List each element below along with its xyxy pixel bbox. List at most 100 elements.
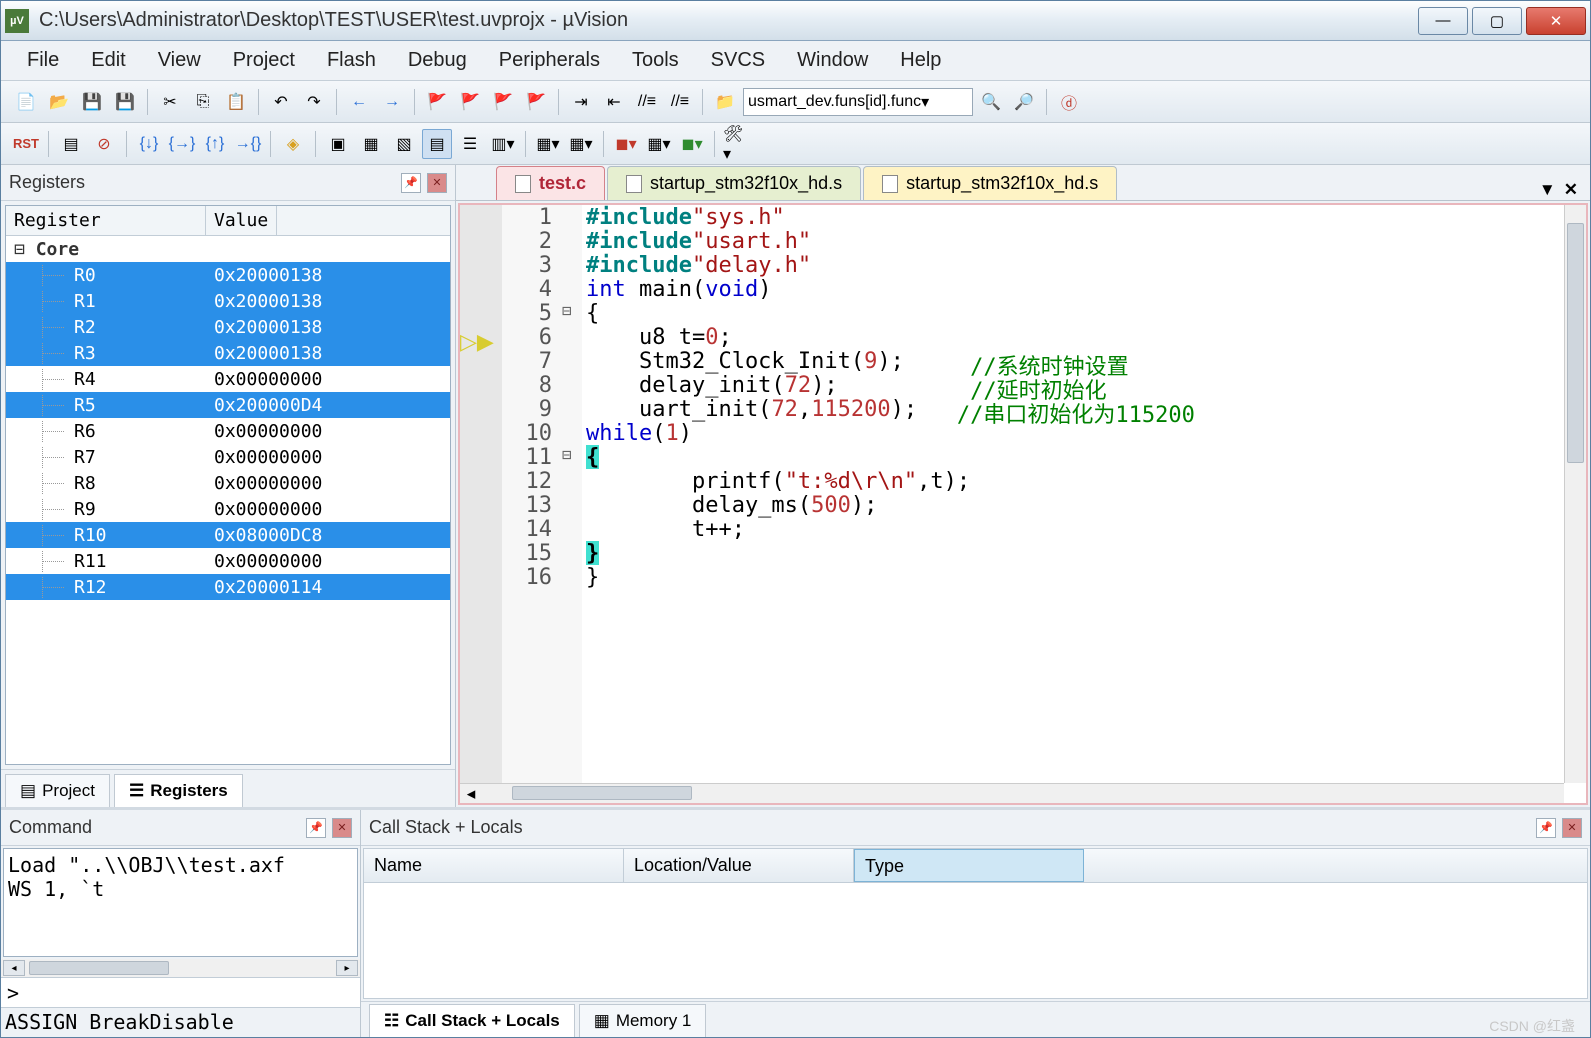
locals-col-location[interactable]: Location/Value: [624, 849, 854, 882]
registers-table[interactable]: Register Value Core R00x20000138R10x2000…: [5, 205, 451, 765]
new-file-icon[interactable]: 📄: [11, 87, 41, 117]
minimize-button[interactable]: —: [1418, 7, 1468, 35]
editor-tab[interactable]: startup_stm32f10x_hd.s: [607, 166, 861, 200]
nav-forward-icon[interactable]: →: [377, 87, 407, 117]
menu-debug[interactable]: Debug: [394, 45, 481, 76]
register-row[interactable]: R50x200000D4: [6, 392, 450, 418]
locals-col-type[interactable]: Type: [854, 849, 1084, 882]
close-pane-icon[interactable]: ✕: [427, 173, 447, 193]
symbols-icon[interactable]: ▧: [389, 129, 419, 159]
command-output[interactable]: Load "..\\OBJ\\test.axfWS 1, `t: [3, 848, 358, 957]
locals-table[interactable]: Name Location/Value Type: [363, 848, 1588, 999]
register-row[interactable]: R90x00000000: [6, 496, 450, 522]
register-row[interactable]: R70x00000000: [6, 444, 450, 470]
tab-callstack-locals[interactable]: ☷ Call Stack + Locals: [369, 1004, 575, 1037]
locals-col-name[interactable]: Name: [364, 849, 624, 882]
uncomment-icon[interactable]: //≡: [665, 87, 695, 117]
command-input[interactable]: >: [1, 977, 360, 1007]
editor-tab[interactable]: startup_stm32f10x_hd.s: [863, 166, 1117, 200]
pin-icon[interactable]: 📌: [306, 818, 326, 838]
register-row[interactable]: R20x20000138: [6, 314, 450, 340]
register-row[interactable]: R10x20000138: [6, 288, 450, 314]
bookmark-icon[interactable]: 🚩: [422, 87, 452, 117]
editor-hscrollbar[interactable]: ◂: [460, 783, 1564, 803]
register-row[interactable]: R120x20000114: [6, 574, 450, 600]
tab-close-icon[interactable]: ✕: [1564, 180, 1578, 200]
watch-icon[interactable]: ▥▾: [488, 129, 518, 159]
analysis-1-icon[interactable]: ◼▾: [611, 129, 641, 159]
register-row[interactable]: R00x20000138: [6, 262, 450, 288]
nav-back-icon[interactable]: ←: [344, 87, 374, 117]
show-next-statement-icon[interactable]: ◈: [278, 129, 308, 159]
menu-window[interactable]: Window: [783, 45, 882, 76]
menu-help[interactable]: Help: [886, 45, 955, 76]
pin-icon[interactable]: 📌: [1536, 818, 1556, 838]
register-row[interactable]: R30x20000138: [6, 340, 450, 366]
code-content[interactable]: #include "sys.h"#include "usart.h"#inclu…: [582, 205, 1586, 803]
paste-icon[interactable]: 📋: [221, 87, 251, 117]
redo-icon[interactable]: ↷: [299, 87, 329, 117]
register-row[interactable]: R100x08000DC8: [6, 522, 450, 548]
menu-edit[interactable]: Edit: [77, 45, 139, 76]
editor-vscrollbar[interactable]: [1564, 205, 1586, 783]
comment-icon[interactable]: //≡: [632, 87, 662, 117]
menu-flash[interactable]: Flash: [313, 45, 390, 76]
command-window-icon[interactable]: ▣: [323, 129, 353, 159]
pin-icon[interactable]: 📌: [401, 173, 421, 193]
run-to-cursor-icon[interactable]: →{}: [233, 129, 263, 159]
run-icon[interactable]: ▤: [56, 129, 86, 159]
step-over-icon[interactable]: {→}: [167, 129, 197, 159]
cut-icon[interactable]: ✂: [155, 87, 185, 117]
fold-gutter[interactable]: ⊟⊟: [562, 205, 582, 803]
indent-icon[interactable]: ⇥: [566, 87, 596, 117]
register-group-core[interactable]: Core: [6, 236, 450, 262]
tab-memory1[interactable]: ▦ Memory 1: [579, 1004, 707, 1037]
titlebar[interactable]: µV C:\Users\Administrator\Desktop\TEST\U…: [1, 1, 1590, 41]
code-editor[interactable]: ▷▶ 12345678910111213141516 ⊟⊟ #include "…: [458, 203, 1588, 805]
incremental-find-icon[interactable]: 🔎: [1009, 87, 1039, 117]
editor-tab[interactable]: test.c: [496, 166, 605, 200]
tab-dropdown-icon[interactable]: ▼: [1539, 180, 1556, 200]
register-row[interactable]: R60x00000000: [6, 418, 450, 444]
close-button[interactable]: ✕: [1526, 7, 1586, 35]
analysis-2-icon[interactable]: ▦▾: [644, 129, 674, 159]
disassembly-icon[interactable]: ▦: [356, 129, 386, 159]
outdent-icon[interactable]: ⇤: [599, 87, 629, 117]
debug-icon[interactable]: ⓓ: [1054, 87, 1084, 117]
undo-icon[interactable]: ↶: [266, 87, 296, 117]
find-icon[interactable]: 🔍: [976, 87, 1006, 117]
serial-icon[interactable]: ▦▾: [566, 129, 596, 159]
call-stack-icon[interactable]: ☰: [455, 129, 485, 159]
command-hscrollbar[interactable]: ◂▸: [1, 959, 360, 977]
stop-icon[interactable]: ⊘: [89, 129, 119, 159]
save-icon[interactable]: 💾: [77, 87, 107, 117]
step-out-icon[interactable]: {↑}: [200, 129, 230, 159]
step-into-icon[interactable]: {↓}: [134, 129, 164, 159]
open-icon[interactable]: 📂: [44, 87, 74, 117]
toolbox-icon[interactable]: 🛠▾: [722, 129, 752, 159]
menu-project[interactable]: Project: [219, 45, 309, 76]
reset-icon[interactable]: RST: [11, 129, 41, 159]
find-in-files-icon[interactable]: 📁: [710, 87, 740, 117]
maximize-button[interactable]: ▢: [1472, 7, 1522, 35]
close-pane-icon[interactable]: ✕: [1562, 818, 1582, 838]
register-row[interactable]: R110x00000000: [6, 548, 450, 574]
register-row[interactable]: R80x00000000: [6, 470, 450, 496]
close-pane-icon[interactable]: ✕: [332, 818, 352, 838]
save-all-icon[interactable]: 💾: [110, 87, 140, 117]
gutter[interactable]: [460, 205, 502, 803]
bookmark-prev-icon[interactable]: 🚩: [455, 87, 485, 117]
copy-icon[interactable]: ⎘: [188, 87, 218, 117]
menu-peripherals[interactable]: Peripherals: [485, 45, 614, 76]
menu-svcs[interactable]: SVCS: [697, 45, 779, 76]
tab-project[interactable]: ▤ Project: [5, 774, 110, 807]
menu-tools[interactable]: Tools: [618, 45, 693, 76]
analysis-3-icon[interactable]: ◼▾: [677, 129, 707, 159]
bookmark-clear-icon[interactable]: 🚩: [521, 87, 551, 117]
bookmark-next-icon[interactable]: 🚩: [488, 87, 518, 117]
registers-window-icon[interactable]: ▤: [422, 129, 452, 159]
register-row[interactable]: R40x00000000: [6, 366, 450, 392]
find-combo[interactable]: usmart_dev.funs[id].func▾: [743, 88, 973, 116]
tab-registers[interactable]: ☰ Registers: [114, 774, 243, 807]
menu-file[interactable]: File: [13, 45, 73, 76]
